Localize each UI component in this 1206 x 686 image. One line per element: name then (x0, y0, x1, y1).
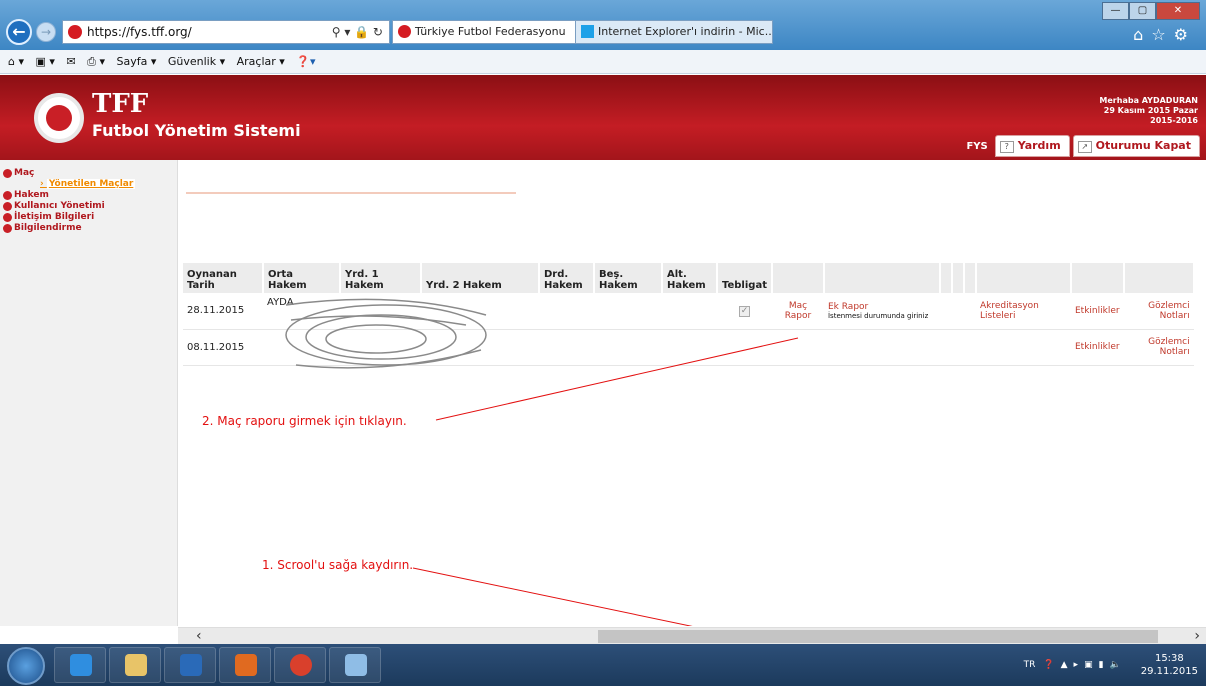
user-greeting: Merhaba AYDADURAN 29 Kasım 2015 Pazar 20… (1099, 96, 1198, 126)
forward-button[interactable]: → (36, 22, 56, 42)
scroll-right-icon[interactable]: › (1194, 628, 1200, 645)
feeds-icon[interactable]: ▣ ▾ (36, 55, 55, 68)
help-icon[interactable]: ❓▾ (296, 55, 315, 68)
menu-page[interactable]: Sayfa ▾ (116, 55, 156, 68)
annotation-step1: 1. Scrool'u sağa kaydırın. (262, 558, 414, 572)
scroll-thumb[interactable] (598, 630, 1158, 643)
sidebar-item-info[interactable]: Bilgilendirme (0, 223, 177, 234)
sidebar: Maç › Yönetilen Maçlar Hakem Kullanıcı Y… (0, 160, 178, 626)
ie-taskbar-icon[interactable] (54, 647, 106, 683)
help-button[interactable]: ? Yardım (994, 135, 1070, 157)
menu-tools[interactable]: Araçlar ▾ (237, 55, 285, 68)
tab-ie-download[interactable]: Internet Explorer'ı indirin - Mic... (575, 20, 773, 44)
logout-label: Oturumu Kapat (1095, 139, 1191, 152)
sidebar-item-mac[interactable]: Maç (0, 168, 177, 179)
tab-label: Türkiye Futbol Federasyonu (415, 25, 566, 38)
mail-icon[interactable]: ✉ (66, 55, 75, 68)
minimize-button[interactable]: — (1102, 2, 1129, 20)
logo-text: TFF (92, 89, 149, 119)
scroll-left-icon[interactable]: ‹ (196, 628, 202, 645)
address-text: https://fys.tff.org/ (87, 25, 192, 39)
tab-tff[interactable]: Türkiye Futbol Federasyonu × (392, 20, 592, 44)
question-icon: ? (999, 141, 1014, 153)
start-button[interactable] (7, 647, 45, 685)
tray-icons[interactable]: ❓▲▸▣▮🔈 (1043, 660, 1126, 670)
language-indicator[interactable]: TR (1024, 660, 1036, 670)
sidebar-item-user-management[interactable]: Kullanıcı Yönetimi (0, 201, 177, 212)
address-tools-icon[interactable]: ⚲ ▾ 🔒 ↻ (332, 21, 383, 43)
outlook-taskbar-icon[interactable] (164, 647, 216, 683)
time: 15:38 (1154, 653, 1184, 664)
command-bar: ⌂ ▾ ▣ ▾ ✉ ⎙ ▾ Sayfa ▾ Güvenlik ▾ Araçlar… (0, 50, 1206, 74)
top-nav: FYS ? Yardım ↗ Oturumu Kapat (966, 135, 1200, 157)
current-date: 29 Kasım 2015 Pazar (1103, 106, 1198, 115)
fys-label: FYS (966, 141, 988, 152)
sidebar-sub-managed-matches[interactable]: › Yönetilen Maçlar (0, 179, 177, 190)
tff-favicon-icon (398, 25, 411, 38)
tff-logo-icon (34, 93, 84, 143)
greeting-text: Merhaba AYDADURAN (1099, 96, 1198, 105)
home-star-gear-icons[interactable]: ⌂☆⚙ (1133, 25, 1196, 44)
annotation-arrows (412, 337, 799, 626)
chrome-taskbar-icon[interactable] (274, 647, 326, 683)
clock[interactable]: 15:38 29.11.2015 (1141, 652, 1198, 678)
system-tray: TR ❓▲▸▣▮🔈 15:38 29.11.2015 (1024, 648, 1198, 682)
help-label: Yardım (1017, 139, 1061, 152)
sidebar-item-contact[interactable]: İletişim Bilgileri (0, 212, 177, 223)
tff-favicon-icon (68, 25, 82, 39)
annotation-step2: 2. Maç raporu girmek için tıklayın. (202, 414, 407, 428)
main-content: Oynanan Tarih Orta Hakem Yrd. 1 Hakem Yr… (178, 160, 1206, 626)
address-bar[interactable]: https://fys.tff.org/ ⚲ ▾ 🔒 ↻ (62, 20, 390, 44)
maximize-button[interactable]: ▢ (1129, 2, 1156, 20)
logout-button[interactable]: ↗ Oturumu Kapat (1072, 135, 1200, 157)
explorer-taskbar-icon[interactable] (109, 647, 161, 683)
season: 2015-2016 (1150, 116, 1198, 125)
tab-label: Internet Explorer'ı indirin - Mic... (598, 25, 773, 38)
sub-label[interactable]: Yönetilen Maçlar (46, 179, 136, 189)
paint-taskbar-icon[interactable] (329, 647, 381, 683)
browser-titlebar: ← → https://fys.tff.org/ ⚲ ▾ 🔒 ↻ Türkiye… (0, 0, 1206, 50)
close-window-button[interactable]: ✕ (1156, 2, 1200, 20)
home-icon[interactable]: ⌂ ▾ (8, 55, 24, 68)
exit-icon: ↗ (1077, 141, 1092, 153)
print-icon[interactable]: ⎙ ▾ (87, 55, 105, 68)
site-subtitle: Futbol Yönetim Sistemi (92, 121, 301, 140)
window-controls: — ▢ ✕ (1102, 2, 1200, 20)
powerpoint-taskbar-icon[interactable] (219, 647, 271, 683)
horizontal-scrollbar[interactable]: ‹ › (178, 627, 1206, 644)
menu-security[interactable]: Güvenlik ▾ (168, 55, 225, 68)
back-button[interactable]: ← (6, 19, 32, 45)
date: 29.11.2015 (1140, 666, 1198, 677)
sidebar-item-hakem[interactable]: Hakem (0, 190, 177, 201)
windows-favicon-icon (581, 25, 594, 38)
windows-taskbar: TR ❓▲▸▣▮🔈 15:38 29.11.2015 (0, 644, 1206, 686)
